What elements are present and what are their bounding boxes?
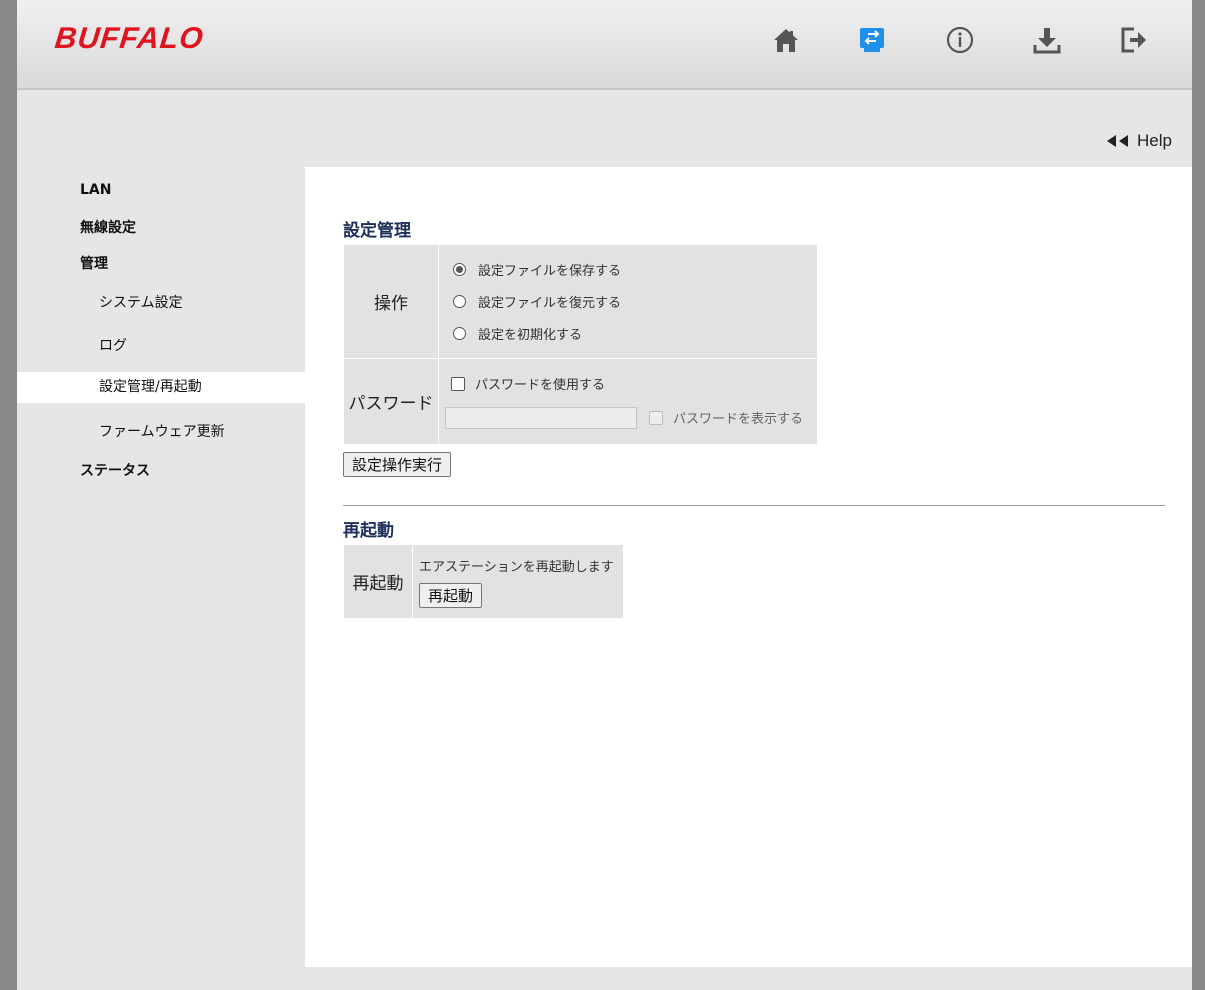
show-password-checkbox[interactable] bbox=[649, 410, 663, 425]
use-password-label: パスワードを使用する bbox=[475, 378, 606, 393]
reboot-table: 再起動 エアステーションを再起動します 再起動 bbox=[343, 544, 624, 619]
main-content: 設定管理 操作 設定ファイルを保存する 設定ファイルを復元する 設定を初期化する bbox=[305, 167, 1192, 967]
radio-reset[interactable] bbox=[453, 327, 466, 340]
use-password-row[interactable]: パスワードを使用する bbox=[445, 368, 817, 400]
radio-save[interactable] bbox=[453, 263, 466, 276]
settings-section-title: 設定管理 bbox=[343, 221, 411, 241]
nav-icons bbox=[17, 22, 1192, 62]
sidebar-item-status[interactable]: ステータス bbox=[17, 460, 150, 480]
password-input-row: パスワードを表示する bbox=[445, 400, 817, 436]
sidebar-item-config-reboot[interactable]: 設定管理/再起動 bbox=[17, 372, 305, 403]
sidebar-item-admin[interactable]: 管理 bbox=[17, 253, 108, 273]
password-input[interactable] bbox=[445, 406, 637, 429]
home-icon[interactable] bbox=[768, 22, 804, 58]
execute-settings-button[interactable]: 設定操作実行 bbox=[343, 452, 452, 477]
password-options: パスワードを使用する パスワードを表示する bbox=[439, 359, 817, 444]
radio-restore[interactable] bbox=[453, 295, 466, 308]
sidebar-item-firmware[interactable]: ファームウェア更新 bbox=[17, 421, 225, 441]
use-password-checkbox[interactable] bbox=[451, 376, 465, 391]
sidebar-item-log[interactable]: ログ bbox=[17, 335, 127, 355]
sidebar-item-wireless[interactable]: 無線設定 bbox=[17, 217, 136, 237]
password-header: パスワード bbox=[344, 359, 438, 444]
option-save-label: 設定ファイルを保存する bbox=[478, 264, 622, 279]
sidebar-item-system[interactable]: システム設定 bbox=[17, 292, 183, 312]
reboot-section-title: 再起動 bbox=[343, 521, 394, 541]
app-frame: BUFFALO Help LAN 無線設定 管理 システム設定 ログ 設定管理/… bbox=[17, 0, 1192, 990]
operation-header: 操作 bbox=[344, 245, 438, 358]
top-bar: BUFFALO bbox=[17, 0, 1192, 90]
settings-icon[interactable] bbox=[854, 22, 890, 58]
option-save[interactable]: 設定ファイルを保存する bbox=[453, 254, 817, 286]
help-label: Help bbox=[1137, 131, 1172, 150]
operation-options: 設定ファイルを保存する 設定ファイルを復元する 設定を初期化する bbox=[439, 245, 817, 358]
option-reset[interactable]: 設定を初期化する bbox=[453, 318, 817, 350]
section-divider bbox=[343, 505, 1165, 506]
double-left-arrow-icon bbox=[1107, 135, 1128, 147]
sidebar-item-lan[interactable]: LAN bbox=[17, 182, 111, 198]
settings-table: 操作 設定ファイルを保存する 設定ファイルを復元する 設定を初期化する パスワー… bbox=[343, 244, 818, 445]
reboot-description: エアステーションを再起動します bbox=[419, 559, 614, 575]
option-reset-label: 設定を初期化する bbox=[478, 328, 583, 343]
reboot-cell: エアステーションを再起動します 再起動 bbox=[413, 545, 623, 618]
info-icon[interactable] bbox=[942, 22, 978, 58]
reboot-header: 再起動 bbox=[344, 545, 412, 618]
show-password-label: パスワードを表示する bbox=[673, 412, 804, 427]
download-icon[interactable] bbox=[1029, 22, 1065, 58]
option-restore-label: 設定ファイルを復元する bbox=[478, 296, 622, 311]
logout-icon[interactable] bbox=[1116, 22, 1152, 58]
option-restore[interactable]: 設定ファイルを復元する bbox=[453, 286, 817, 318]
help-link[interactable]: Help bbox=[1105, 131, 1172, 151]
reboot-button[interactable]: 再起動 bbox=[419, 582, 483, 608]
